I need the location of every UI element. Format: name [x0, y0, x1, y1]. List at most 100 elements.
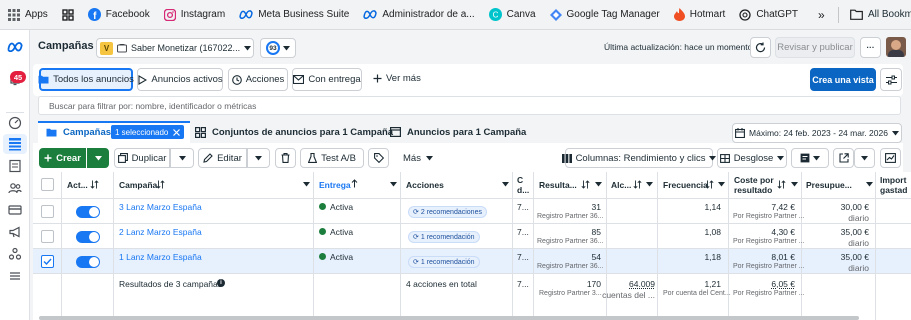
breakdown-button[interactable]: Desglose: [717, 148, 787, 168]
totals-reach[interactable]: 64.009: [629, 279, 655, 289]
audiences-icon[interactable]: [7, 180, 23, 196]
bookmark-facebook[interactable]: f Facebook: [87, 8, 150, 21]
header-reach[interactable]: Alc...: [611, 180, 631, 190]
filter-active-ads[interactable]: Anuncios activos: [137, 68, 223, 91]
header-actions[interactable]: Acciones: [406, 180, 444, 190]
header-c-col-line1[interactable]: C: [517, 175, 523, 185]
sort-icon[interactable]: [777, 180, 786, 189]
search-input[interactable]: Buscar para filtrar por: nombre, identif…: [38, 96, 901, 115]
bookmark-tag-manager[interactable]: Google Tag Manager: [549, 8, 660, 21]
sort-icon[interactable]: [581, 180, 590, 189]
info-icon[interactable]: i: [217, 279, 225, 287]
header-spent-line1[interactable]: Import: [880, 175, 906, 185]
opportunity-score-button[interactable]: 93: [260, 38, 296, 58]
table-row[interactable]: 1 Lanz Marzo España Activa ⟳ 1 recomendac…: [33, 249, 911, 273]
filter-all-ads[interactable]: Todos los anuncios: [38, 68, 134, 91]
horizontal-scrollbar[interactable]: [39, 316, 859, 320]
chevron-down-icon[interactable]: [718, 182, 725, 187]
columns-button[interactable]: Columnas: Rendimiento y clics: [561, 148, 717, 168]
bookmark-meta-business-suite[interactable]: Meta Business Suite: [239, 9, 349, 20]
bookmark-chatgpt[interactable]: ChatGPT: [739, 8, 798, 21]
campaign-name-link[interactable]: 1 Lanz Marzo España: [119, 252, 202, 262]
row-checkbox[interactable]: [41, 230, 54, 243]
header-frequency[interactable]: Frecuencia: [663, 180, 708, 190]
create-dropdown-button[interactable]: [87, 148, 109, 168]
more-button[interactable]: Más: [403, 153, 433, 164]
bookmarks-overflow-button[interactable]: »: [818, 8, 825, 22]
recommendations-badge[interactable]: ⟳ 1 recomendación: [408, 256, 480, 268]
bookmark-hotmart[interactable]: Hotmart: [673, 8, 725, 21]
tag-button[interactable]: [368, 148, 389, 168]
charts-button[interactable]: [880, 148, 901, 168]
billing-card-icon[interactable]: [7, 202, 23, 218]
account-selector[interactable]: V Saber Monetizar (167022...: [96, 38, 254, 58]
table-row[interactable]: 2 Lanz Marzo España Activa ⟳ 1 recomendac…: [33, 224, 911, 248]
tab-adsets[interactable]: Conjuntos de anuncios para 1 Campaña: [195, 123, 393, 141]
ab-test-button[interactable]: Test A/B: [300, 148, 364, 168]
sort-icon[interactable]: [633, 180, 642, 189]
chevron-down-icon[interactable]: [595, 182, 602, 187]
chevron-down-icon[interactable]: [646, 182, 653, 187]
chevron-down-icon[interactable]: [303, 182, 310, 187]
bookmark-canva[interactable]: C Canva: [488, 8, 536, 21]
sort-icon[interactable]: [156, 180, 165, 189]
header-cost-line1[interactable]: Coste por: [734, 175, 774, 185]
see-more-button[interactable]: Ver más: [373, 73, 421, 84]
filter-settings-button[interactable]: [880, 68, 902, 91]
header-spent-line2[interactable]: gastad: [880, 185, 907, 195]
duplicate-dropdown-button[interactable]: [170, 148, 194, 168]
campaign-toggle[interactable]: [76, 231, 100, 243]
table-row[interactable]: 3 Lanz Marzo España Activa ⟳ 2 recomendac…: [33, 199, 911, 223]
campaign-toggle[interactable]: [76, 256, 100, 268]
bookmark-tab-groups[interactable]: [62, 8, 74, 21]
header-delivery[interactable]: Entrega: [319, 180, 351, 190]
export-button[interactable]: [833, 148, 854, 168]
edit-button[interactable]: Editar: [198, 148, 247, 168]
chevron-down-icon[interactable]: [390, 182, 397, 187]
totals-cost[interactable]: 6,05 €: [771, 279, 795, 289]
all-bookmarks-button[interactable]: All Bookma: [850, 9, 911, 20]
reports-button[interactable]: [791, 148, 829, 168]
integrations-icon[interactable]: [7, 246, 23, 262]
recommendations-badge[interactable]: ⟳ 2 recomendaciones: [408, 206, 487, 218]
more-options-button[interactable]: ···: [860, 37, 881, 58]
header-c-col-line2[interactable]: d...: [517, 185, 529, 195]
refresh-button[interactable]: [750, 37, 771, 58]
campaign-name-link[interactable]: 2 Lanz Marzo España: [119, 227, 202, 237]
overview-gauge-icon[interactable]: [7, 115, 23, 131]
megaphone-icon[interactable]: [7, 224, 23, 240]
sort-ascending-icon[interactable]: [351, 179, 358, 188]
filter-actions[interactable]: Acciones: [228, 68, 288, 91]
bookmark-ads-manager[interactable]: Administrador de a...: [363, 9, 475, 20]
header-cost-line2[interactable]: resultado: [734, 185, 772, 195]
duplicate-button[interactable]: Duplicar: [114, 148, 170, 168]
header-results[interactable]: Resulta...: [539, 180, 577, 190]
sort-icon[interactable]: [90, 180, 99, 189]
header-budget[interactable]: Presupue...: [806, 180, 852, 190]
tab-ads[interactable]: Anuncios para 1 Campaña: [390, 123, 526, 141]
chevron-down-icon[interactable]: [791, 182, 798, 187]
edit-dropdown-button[interactable]: [247, 148, 270, 168]
create-view-button[interactable]: Crea una vista: [810, 68, 876, 91]
row-checkbox[interactable]: [41, 205, 54, 218]
avatar[interactable]: [886, 37, 906, 57]
pages-icon[interactable]: [7, 158, 23, 174]
selection-chip[interactable]: 1 seleccionado: [111, 125, 185, 139]
date-range-picker[interactable]: Máximo: 24 feb. 2023 - 24 mar. 2026: [732, 123, 902, 143]
filter-with-delivery[interactable]: Con entrega: [292, 68, 362, 91]
menu-icon[interactable]: [7, 268, 23, 284]
tab-campaigns[interactable]: Campañas 1 seleccionado: [38, 121, 190, 143]
chevron-down-icon[interactable]: [502, 182, 509, 187]
review-publish-button[interactable]: Revisar y publicar: [775, 37, 855, 58]
bookmark-instagram[interactable]: Instagram: [163, 8, 225, 21]
select-all-checkbox[interactable]: [41, 178, 54, 191]
export-dropdown-button[interactable]: [854, 148, 875, 168]
bookmark-apps[interactable]: Apps: [8, 8, 48, 21]
campaign-toggle[interactable]: [76, 206, 100, 218]
recommendations-badge[interactable]: ⟳ 1 recomendación: [408, 231, 480, 243]
header-campaign[interactable]: Campaña: [119, 180, 157, 190]
delete-button[interactable]: [275, 148, 296, 168]
campaigns-table-icon[interactable]: [7, 136, 23, 152]
chevron-down-icon[interactable]: [866, 182, 873, 187]
create-button[interactable]: Crear: [39, 148, 86, 168]
